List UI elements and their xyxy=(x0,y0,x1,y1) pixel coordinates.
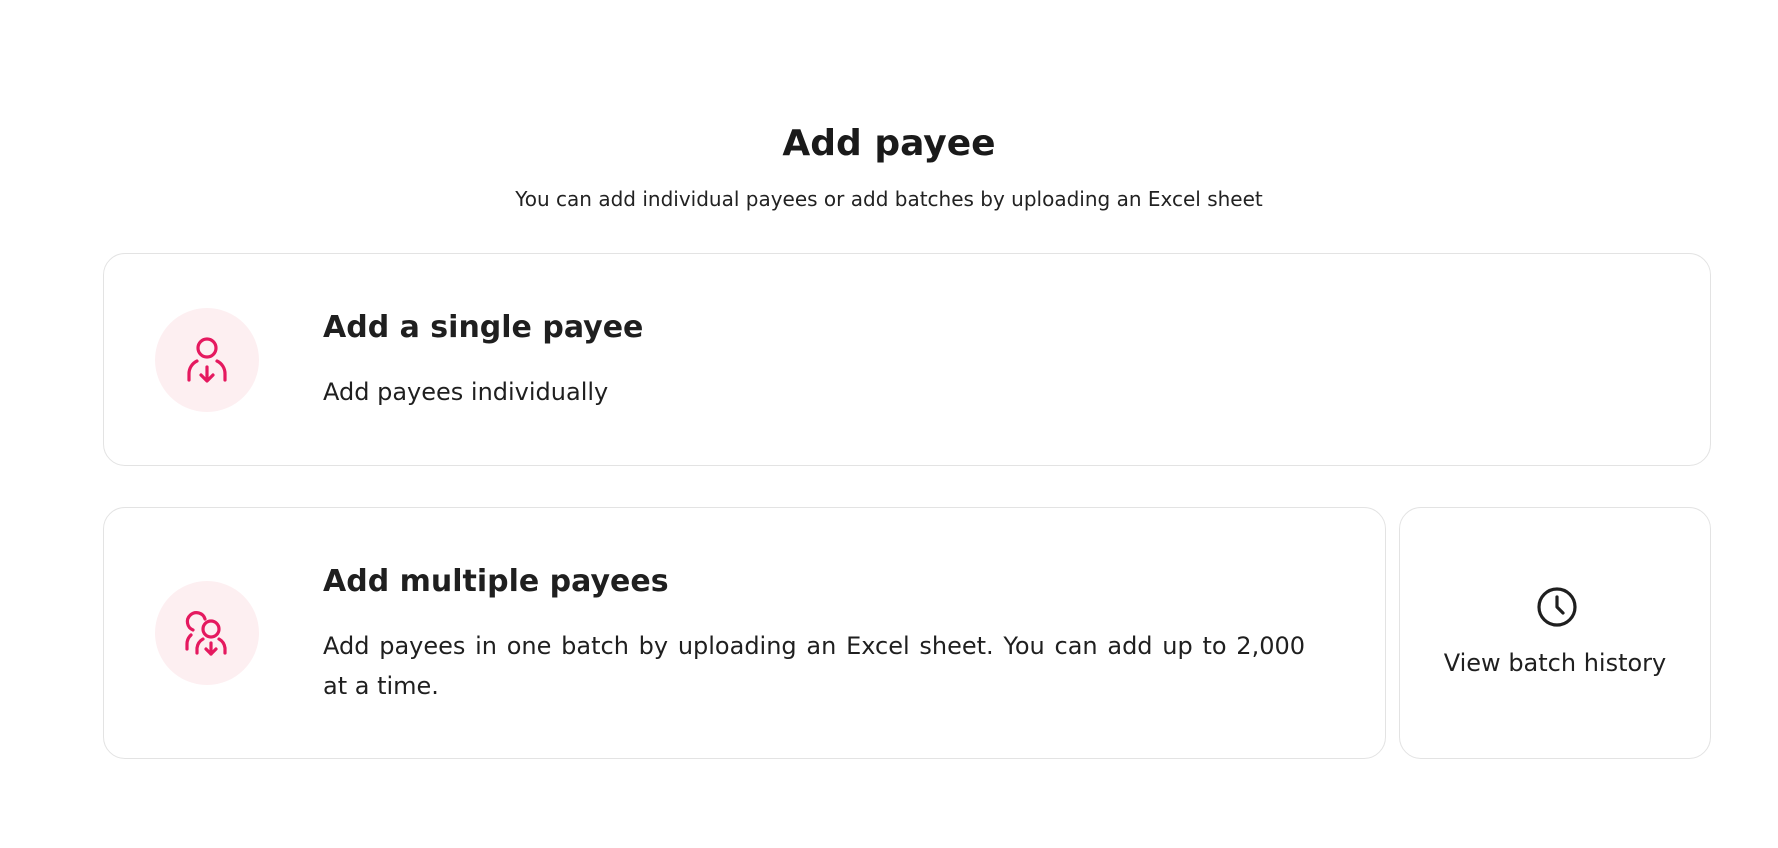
view-batch-history-card[interactable]: View batch history xyxy=(1399,507,1711,759)
single-payee-icon-badge xyxy=(155,308,259,412)
view-batch-history-label: View batch history xyxy=(1443,649,1667,677)
single-payee-text: Add a single payee Add payees individual… xyxy=(323,308,1630,412)
multiple-payees-icon-badge xyxy=(155,581,259,685)
clock-icon xyxy=(1537,587,1577,627)
single-payee-description: Add payees individually xyxy=(323,378,609,406)
users-download-icon xyxy=(185,611,227,656)
multiple-payees-title: Add multiple payees xyxy=(323,564,669,599)
single-payee-title: Add a single payee xyxy=(323,310,644,345)
page-title: Add payee xyxy=(782,123,996,164)
page-header: Add payee You can add individual payees … xyxy=(0,118,1778,214)
add-single-payee-card[interactable]: Add a single payee Add payees individual… xyxy=(103,253,1711,466)
multiple-payees-text: Add multiple payees Add payees in one ba… xyxy=(323,562,1305,706)
add-payee-page: Add payee You can add individual payees … xyxy=(0,0,1778,848)
multiple-payees-description: Add payees in one batch by uploading an … xyxy=(323,632,1305,700)
page-subtitle: You can add individual payees or add bat… xyxy=(515,187,1263,211)
add-multiple-payees-card[interactable]: Add multiple payees Add payees in one ba… xyxy=(103,507,1386,759)
user-download-icon xyxy=(187,337,227,383)
